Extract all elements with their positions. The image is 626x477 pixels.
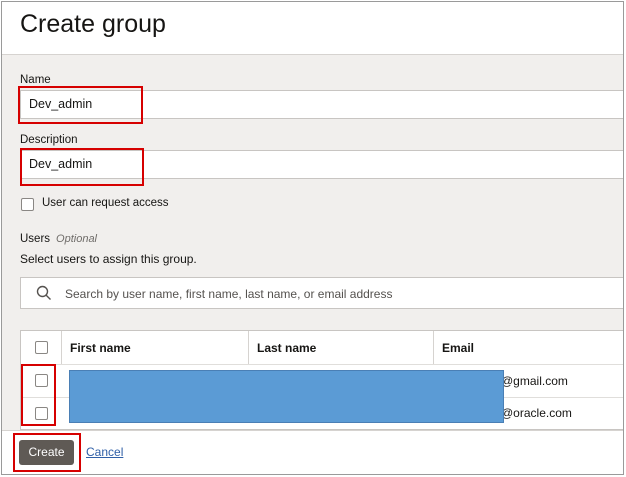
users-helper-text: Select users to assign this group. bbox=[20, 252, 197, 266]
select-all-checkbox[interactable] bbox=[35, 341, 48, 354]
users-label: Users bbox=[20, 233, 51, 245]
dialog-footer: Create Cancel bbox=[2, 430, 623, 474]
page-title: Create group bbox=[20, 10, 166, 38]
create-group-dialog: Create group Name Dev_admin Description … bbox=[1, 1, 624, 475]
search-icon bbox=[36, 285, 52, 306]
user-search-input[interactable]: Search by user name, first name, last na… bbox=[20, 277, 623, 309]
dialog-header: Create group bbox=[2, 2, 623, 55]
highlight-box-row-checkboxes bbox=[21, 364, 56, 426]
column-header-first-name[interactable]: First name bbox=[70, 341, 131, 355]
column-header-last-name[interactable]: Last name bbox=[257, 341, 316, 355]
column-divider bbox=[248, 331, 249, 364]
column-header-email[interactable]: Email bbox=[442, 341, 474, 355]
highlight-box-name bbox=[18, 86, 143, 124]
row-divider bbox=[21, 364, 623, 365]
row-email: @gmail.com bbox=[501, 374, 568, 388]
name-label: Name bbox=[20, 74, 51, 86]
users-table: First name Last name Email @gmail.com @o… bbox=[20, 330, 623, 430]
highlight-box-description bbox=[20, 148, 144, 186]
column-divider bbox=[61, 331, 62, 364]
redaction-block bbox=[69, 370, 504, 423]
optional-tag: Optional bbox=[56, 233, 98, 245]
description-label: Description bbox=[20, 134, 78, 146]
search-placeholder: Search by user name, first name, last na… bbox=[65, 287, 393, 301]
users-heading: Users Optional bbox=[20, 233, 97, 245]
request-access-checkbox[interactable] bbox=[21, 198, 34, 211]
request-access-label: User can request access bbox=[42, 197, 169, 209]
column-divider bbox=[433, 331, 434, 364]
row-email: @oracle.com bbox=[501, 406, 572, 420]
cancel-link[interactable]: Cancel bbox=[86, 445, 123, 459]
highlight-box-create bbox=[13, 433, 81, 472]
